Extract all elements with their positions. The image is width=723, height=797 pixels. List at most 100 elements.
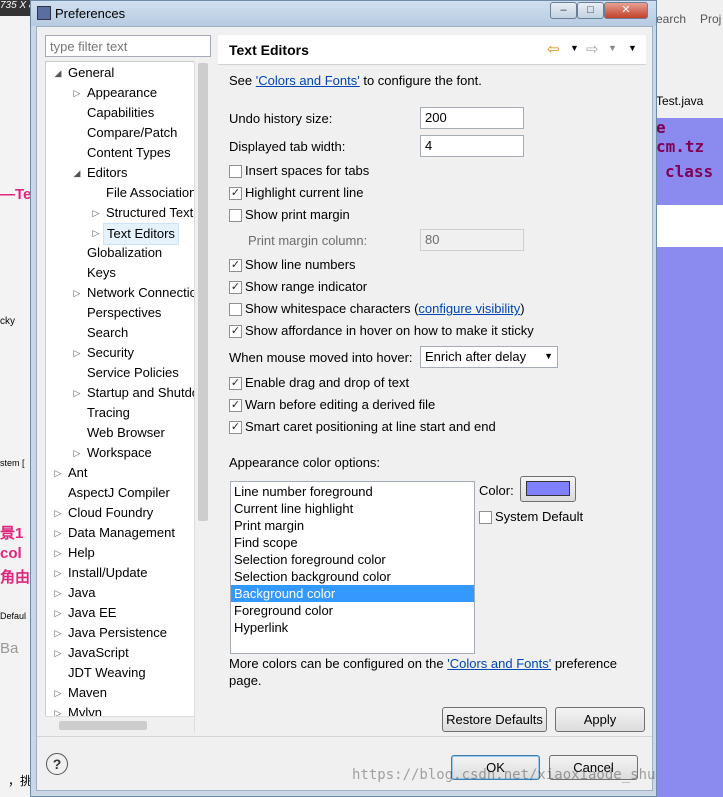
tree-item[interactable]: ▷ Java Persistence [46, 623, 195, 643]
tree-collapsed-icon[interactable]: ▷ [53, 543, 63, 563]
tree-item[interactable]: ▷ Security [46, 343, 195, 363]
print-margin-checkbox[interactable] [229, 209, 242, 222]
color-option-item[interactable]: Selection foreground color [231, 551, 474, 568]
tree-item[interactable]: ◢ Editors [46, 163, 195, 183]
hover-select[interactable]: Enrich after delay ▼ [420, 346, 558, 368]
color-option-item[interactable]: Line number foreground [231, 483, 474, 500]
tree-horizontal-scrollbar[interactable] [45, 716, 194, 733]
color-option-item[interactable]: Background color [231, 585, 474, 602]
apply-button[interactable]: Apply [555, 707, 645, 732]
restore-defaults-button[interactable]: Restore Defaults [442, 707, 547, 732]
tree-item[interactable]: JDT Weaving [46, 663, 195, 683]
tree-item[interactable]: ▷ Java EE [46, 603, 195, 623]
dialog-title: Preferences [55, 6, 126, 21]
tree-collapsed-icon[interactable]: ▷ [53, 683, 63, 703]
tree-collapsed-icon[interactable]: ▷ [72, 283, 82, 303]
tree-collapsed-icon[interactable]: ▷ [53, 623, 63, 643]
tree-item[interactable]: Capabilities [46, 103, 195, 123]
tree-item[interactable]: ▷ Data Management [46, 523, 195, 543]
color-picker-button[interactable] [520, 476, 576, 502]
warn-derived-checkbox[interactable]: ✓ [229, 399, 242, 412]
tree-collapsed-icon[interactable]: ▷ [72, 443, 82, 463]
tree-expanded-icon[interactable]: ◢ [53, 63, 63, 83]
color-option-item[interactable]: Find scope [231, 534, 474, 551]
configure-visibility-link[interactable]: configure visibility [418, 301, 520, 316]
colors-and-fonts-link[interactable]: 'Colors and Fonts' [256, 73, 360, 88]
color-option-item[interactable]: Hyperlink [231, 619, 474, 636]
tree-collapsed-icon[interactable]: ▷ [72, 383, 82, 403]
tree-item[interactable]: ▷ Text Editors [46, 223, 195, 245]
line-numbers-checkbox[interactable]: ✓ [229, 259, 242, 272]
file-tab: Test.java [656, 94, 704, 108]
filter-input[interactable]: type filter text [45, 35, 211, 57]
close-icon[interactable]: ✕ [604, 2, 648, 19]
tree-collapsed-icon[interactable]: ▷ [72, 83, 82, 103]
tree-item[interactable]: Keys [46, 263, 195, 283]
color-option-item[interactable]: Print margin [231, 517, 474, 534]
tree-item[interactable]: ▷ Java [46, 583, 195, 603]
color-option-item[interactable]: Current line highlight [231, 500, 474, 517]
tree-collapsed-icon[interactable]: ▷ [53, 603, 63, 623]
tree-collapsed-icon[interactable]: ▷ [53, 583, 63, 603]
tree-item[interactable]: Globalization [46, 243, 195, 263]
forward-dropdown-icon[interactable]: ▼ [608, 43, 617, 53]
tree-item[interactable]: Tracing [46, 403, 195, 423]
tree-collapsed-icon[interactable]: ▷ [53, 463, 63, 483]
tree-item[interactable]: ▷ Maven [46, 683, 195, 703]
tree-item[interactable]: ▷ Workspace [46, 443, 195, 463]
tree-item[interactable]: ▷ Network Connections [46, 283, 210, 303]
tree-vertical-scrollbar[interactable] [194, 61, 211, 733]
tree-collapsed-icon[interactable]: ▷ [53, 563, 63, 583]
tree-item[interactable]: ◢ General [46, 63, 195, 83]
tree-hscroll-thumb[interactable] [59, 721, 147, 730]
tree-collapsed-icon[interactable]: ▷ [91, 203, 101, 223]
title-bar[interactable]: Preferences – □ ✕ [31, 1, 656, 26]
back-arrow-icon[interactable]: ⇦ [547, 40, 560, 58]
tree-item-label: Cloud Foundry [68, 505, 154, 520]
tree-scroll-thumb[interactable] [198, 63, 208, 521]
tree-collapsed-icon[interactable]: ▷ [53, 503, 63, 523]
range-indicator-checkbox[interactable]: ✓ [229, 281, 242, 294]
color-option-item[interactable]: Selection background color [231, 568, 474, 585]
minimize-icon[interactable]: – [550, 2, 577, 19]
tree-item[interactable]: ▷ Help [46, 543, 195, 563]
drag-drop-checkbox[interactable]: ✓ [229, 377, 242, 390]
insert-spaces-checkbox[interactable] [229, 165, 242, 178]
tree-item[interactable]: ▷ Cloud Foundry [46, 503, 195, 523]
smart-caret-checkbox[interactable]: ✓ [229, 421, 242, 434]
tree-item[interactable]: ▷ Install/Update [46, 563, 195, 583]
forward-arrow-icon[interactable]: ⇨ [586, 40, 599, 58]
tree-item[interactable]: Service Policies [46, 363, 195, 383]
maximize-icon[interactable]: □ [577, 2, 604, 19]
tree-item[interactable]: ▷ Ant [46, 463, 195, 483]
view-menu-icon[interactable]: ▼ [628, 43, 637, 53]
tree-collapsed-icon[interactable]: ▷ [53, 523, 63, 543]
tree-expanded-icon[interactable]: ◢ [72, 163, 82, 183]
tree-item[interactable]: ▷ Structured Text [46, 203, 195, 223]
tree-item[interactable]: Perspectives [46, 303, 195, 323]
tree-item[interactable]: AspectJ Compiler [46, 483, 195, 503]
tree-collapsed-icon[interactable]: ▷ [53, 643, 63, 663]
tree-item[interactable]: Content Types [46, 143, 195, 163]
appearance-color-list[interactable]: Line number foreground Current line highl… [230, 481, 475, 654]
highlight-line-checkbox[interactable]: ✓ [229, 187, 242, 200]
tree-collapsed-icon[interactable]: ▷ [91, 223, 101, 243]
tree-item[interactable]: ▷ Appearance [46, 83, 195, 103]
tree-item[interactable]: Compare/Patch [46, 123, 195, 143]
print-margin-column-input[interactable]: 80 [420, 229, 524, 251]
tree-item[interactable]: Web Browser [46, 423, 195, 443]
affordance-checkbox[interactable]: ✓ [229, 325, 242, 338]
help-icon[interactable]: ? [46, 753, 68, 775]
system-default-checkbox[interactable] [479, 511, 492, 524]
more-colors-and-fonts-link[interactable]: 'Colors and Fonts' [447, 656, 551, 671]
undo-history-input[interactable]: 200 [420, 107, 524, 129]
tree-collapsed-icon[interactable]: ▷ [72, 343, 82, 363]
tree-item[interactable]: ▷ JavaScript [46, 643, 195, 663]
color-option-item[interactable]: Foreground color [231, 602, 474, 619]
back-dropdown-icon[interactable]: ▼ [570, 43, 579, 53]
tab-width-input[interactable]: 4 [420, 135, 524, 157]
tree-item[interactable]: File Associations [46, 183, 203, 203]
whitespace-checkbox[interactable] [229, 303, 242, 316]
tree-item[interactable]: Search [46, 323, 195, 343]
tree-item[interactable]: ▷ Startup and Shutdown [46, 383, 210, 403]
